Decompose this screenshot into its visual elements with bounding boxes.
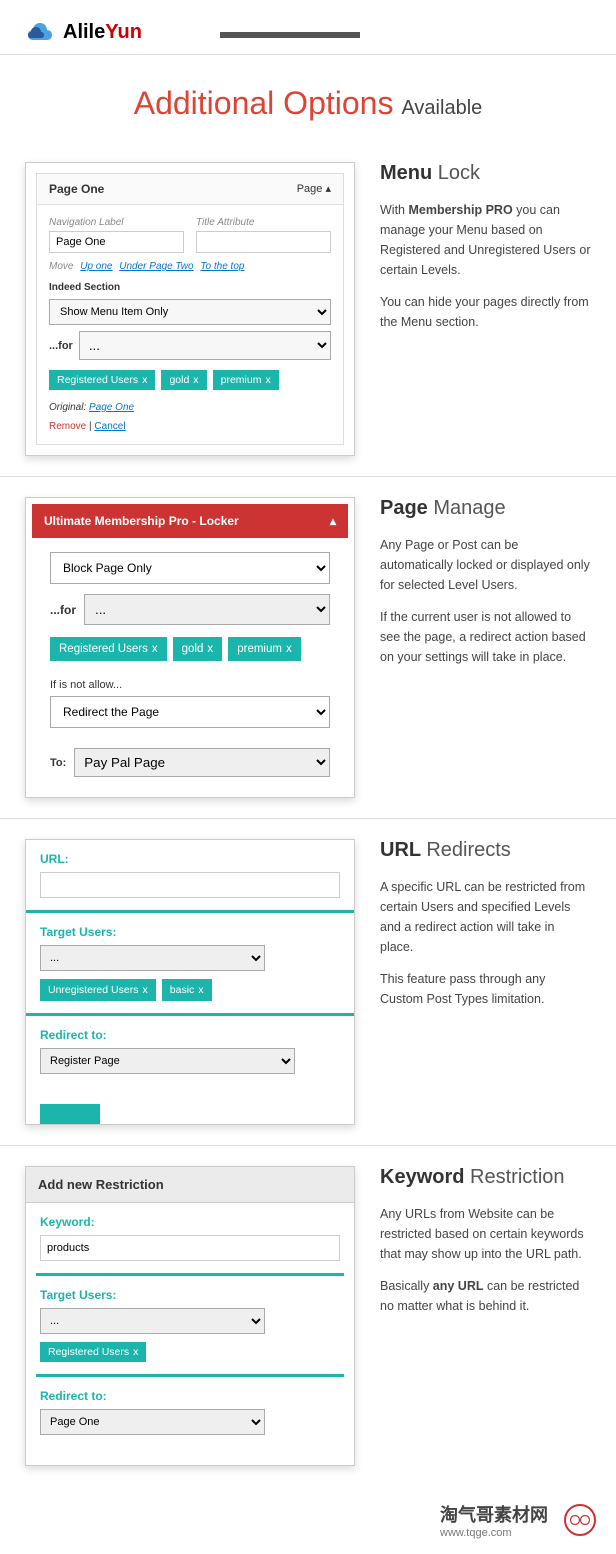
redirect-select[interactable]: Register Page [40,1048,295,1074]
nav-label: Navigation Label [49,217,184,228]
close-icon: x [207,643,213,655]
target-label: Target Users: [40,925,340,939]
panel-type: Page ▴ [297,182,331,196]
title-attr-label: Title Attribute [196,217,331,228]
for-select[interactable]: ... [84,594,330,625]
tag-registered[interactable]: Registered Usersx [40,1342,146,1362]
section-heading: Keyword Restriction [380,1166,591,1189]
close-icon: x [142,984,147,996]
move-row: Move Up one Under Page Two To the top [49,261,331,272]
footer-url: www.tqge.com [440,1527,556,1539]
tags-row: Registered Usersx goldx premiumx [49,370,331,390]
desc-text: With Membership PRO you can manage your … [380,200,591,280]
url-redirects-description: URL Redirects A specific URL can be rest… [355,839,591,1125]
keyword-panel: Add new Restriction Keyword: Target User… [25,1166,355,1466]
tags-row: Unregistered Usersx basicx [40,979,340,1001]
original-link[interactable]: Page One [89,402,134,413]
section-keyword-restriction: Add new Restriction Keyword: Target User… [0,1146,616,1486]
close-icon: x [133,1346,138,1358]
section-heading: Menu Lock [380,162,591,185]
locker-header: Ultimate Membership Pro - Locker ▴ [32,504,348,538]
target-select[interactable]: ... [40,1308,265,1334]
target-select[interactable]: ... [40,945,265,971]
close-icon: x [152,643,158,655]
desc-text: Any Page or Post can be automatically lo… [380,535,591,595]
desc-text: A specific URL can be restricted from ce… [380,877,591,957]
keyword-input[interactable] [40,1235,340,1261]
tag-unregistered[interactable]: Unregistered Usersx [40,979,156,1001]
menu-panel: Page One Page ▴ Navigation Label Title A… [25,162,355,456]
nav-input[interactable] [49,231,184,253]
url-label: URL: [40,852,340,866]
tag-basic[interactable]: basicx [162,979,212,1001]
submit-button[interactable] [40,1104,100,1124]
caret-up-icon[interactable]: ▴ [330,514,336,528]
footer-brand: 淘气哥素材网 [440,1501,548,1527]
remove-link[interactable]: Remove [49,421,86,432]
panel-header: Page One Page ▴ [36,173,344,205]
desc-text: Basically any URL can be restricted no m… [380,1276,591,1316]
page-title: Additional OptionsAvailable [0,55,616,142]
to-label: To: [50,757,66,769]
section-heading: Page Manage [380,497,591,520]
url-panel: URL: Target Users: ... Unregistered User… [25,839,355,1125]
tag-premium[interactable]: premiumx [228,637,300,661]
target-label: Target Users: [40,1288,340,1302]
tags-row: Registered Usersx goldx premiumx [50,637,330,661]
notallow-label: If is not allow... [50,679,330,691]
logo: AlileYun [25,20,142,44]
cloud-icon [25,20,57,44]
section-heading: URL Redirects [380,839,591,862]
show-option-select[interactable]: Show Menu Item Only [49,299,331,325]
redirect-select[interactable]: Redirect the Page [50,696,330,728]
page-manage-description: Page Manage Any Page or Post can be auto… [355,497,591,798]
section-page-manage: Ultimate Membership Pro - Locker ▴ Block… [0,477,616,819]
move-under-link[interactable]: Under Page Two [119,261,193,272]
restriction-header: Add new Restriction [26,1167,354,1203]
redirect-select[interactable]: Page One [40,1409,265,1435]
tag-registered[interactable]: Registered Usersx [50,637,167,661]
close-icon: x [193,374,198,386]
move-up-link[interactable]: Up one [80,261,112,272]
glasses-icon [564,1504,596,1536]
caret-up-icon[interactable]: ▴ [325,183,331,195]
section-url-redirects: URL: Target Users: ... Unregistered User… [0,819,616,1146]
block-option-select[interactable]: Block Page Only [50,552,330,584]
desc-text: Any URLs from Website can be restricted … [380,1204,591,1264]
header: AlileYun [0,0,616,55]
tag-gold[interactable]: goldx [173,637,223,661]
footer: 淘气哥素材网 www.tqge.com [0,1486,616,1554]
keyword-description: Keyword Restriction Any URLs from Websit… [355,1166,591,1466]
desc-text: If the current user is not allowed to se… [380,607,591,667]
for-select[interactable]: ... [79,331,331,360]
original-row: Original: Page One [49,402,331,413]
desc-text: You can hide your pages directly from th… [380,292,591,332]
keyword-label: Keyword: [40,1215,340,1229]
actions-row: Remove | Cancel [49,421,331,432]
move-top-link[interactable]: To the top [200,261,244,272]
tag-registered[interactable]: Registered Usersx [49,370,155,390]
redirect-label: Redirect to: [40,1389,340,1403]
menu-lock-description: Menu Lock With Membership PRO you can ma… [355,162,591,456]
page-panel: Ultimate Membership Pro - Locker ▴ Block… [25,497,355,798]
for-label: ...for [50,603,76,617]
close-icon: x [286,643,292,655]
close-icon: x [265,374,270,386]
tag-gold[interactable]: goldx [161,370,206,390]
header-accent-bar [220,32,360,38]
cancel-link[interactable]: Cancel [94,421,125,432]
section-menu-lock: Page One Page ▴ Navigation Label Title A… [0,142,616,477]
for-label: ...for [49,340,73,352]
close-icon: x [198,984,203,996]
tags-row: Registered Usersx [40,1342,340,1362]
url-input[interactable] [40,872,340,898]
redirect-label: Redirect to: [40,1028,340,1042]
logo-text: AlileYun [63,21,142,44]
to-select[interactable]: Pay Pal Page [74,748,330,777]
close-icon: x [142,374,147,386]
tag-premium[interactable]: premiumx [213,370,279,390]
indeed-section-label: Indeed Section [49,282,331,293]
title-attr-input[interactable] [196,231,331,253]
desc-text: This feature pass through any Custom Pos… [380,969,591,1009]
